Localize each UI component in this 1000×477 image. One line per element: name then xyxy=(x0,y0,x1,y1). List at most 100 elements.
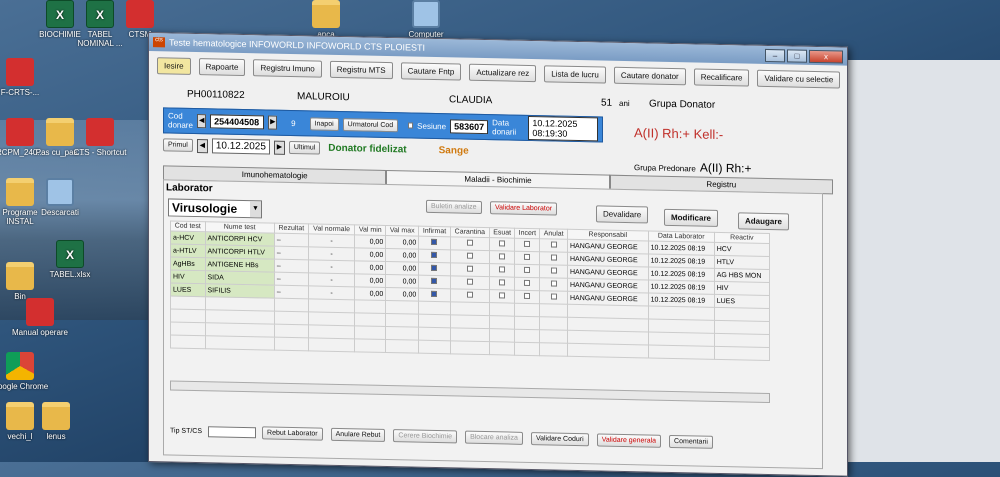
date-prev-icon[interactable]: ◀ xyxy=(196,138,208,153)
sesiune-checkbox[interactable] xyxy=(408,122,414,129)
column-header[interactable]: Esuat xyxy=(489,227,515,239)
desktop-icon[interactable]: Descarcati xyxy=(30,178,90,217)
incert-checkbox[interactable] xyxy=(524,292,531,300)
cell-esuat xyxy=(489,276,515,291)
infirmat-checkbox[interactable] xyxy=(431,238,438,246)
carantina-checkbox[interactable] xyxy=(466,291,473,298)
ultimul-button[interactable]: Ultimul xyxy=(288,140,321,155)
laborator-select[interactable]: Virusologie ▼ xyxy=(168,198,262,219)
bottom-button[interactable]: Blocare analiza xyxy=(465,430,523,445)
date-next-icon[interactable]: ▶ xyxy=(273,140,285,155)
esuat-checkbox[interactable] xyxy=(499,279,506,286)
infirmat-checkbox[interactable] xyxy=(431,277,438,285)
carantina-checkbox[interactable] xyxy=(466,239,473,246)
toolbar-button[interactable]: Registru MTS xyxy=(329,60,393,80)
incert-checkbox[interactable] xyxy=(524,240,531,248)
anulat-checkbox[interactable] xyxy=(550,241,557,248)
toolbar-button[interactable]: Validare cu selectie xyxy=(757,69,841,89)
urmatorul-cod-button[interactable]: Urmatorul Cod xyxy=(342,117,399,132)
column-header[interactable]: Val max xyxy=(385,225,419,237)
inapoi-button[interactable]: Inapoi xyxy=(309,116,339,131)
infirmat-checkbox[interactable] xyxy=(431,264,438,272)
toolbar-button[interactable]: Rapoarte xyxy=(198,58,246,77)
bottom-button[interactable]: Validare generala xyxy=(596,433,662,448)
next-arrow-icon[interactable]: ▶ xyxy=(268,115,278,130)
anulat-checkbox[interactable] xyxy=(550,293,557,300)
anulat-checkbox[interactable] xyxy=(550,280,557,287)
cell-empty xyxy=(205,335,275,351)
chevron-down-icon[interactable]: ▼ xyxy=(250,201,261,218)
infirmat-checkbox[interactable] xyxy=(431,290,438,298)
cell-empty xyxy=(714,307,770,322)
column-header[interactable]: Infirmat xyxy=(418,226,451,237)
close-button[interactable]: x xyxy=(809,49,843,64)
infirmat-checkbox[interactable] xyxy=(431,251,438,259)
bottom-button[interactable]: Cerere Biochimie xyxy=(393,429,458,444)
column-header[interactable]: Rezultat xyxy=(274,223,309,234)
desktop-icon[interactable]: F-CRTS-... xyxy=(0,58,50,97)
sesiune-field[interactable]: 583607 xyxy=(450,119,489,135)
column-header[interactable]: Anulat xyxy=(539,228,568,240)
anulat-checkbox[interactable] xyxy=(550,267,557,274)
horizontal-scrollbar[interactable] xyxy=(170,380,770,404)
donor-age: 51 xyxy=(601,97,613,109)
bottom-button[interactable]: Validare Coduri xyxy=(530,432,589,447)
toolbar-button[interactable]: Recalificare xyxy=(693,68,750,87)
toolbar-button[interactable]: Iesire xyxy=(157,57,191,75)
toolbar-button[interactable]: Registru Imuno xyxy=(253,59,322,78)
anulat-checkbox[interactable] xyxy=(550,254,557,261)
esuat-checkbox[interactable] xyxy=(499,253,506,260)
desktop-icon[interactable]: CTS - Shortcut xyxy=(70,118,130,157)
cod-donare-input[interactable]: 254404508 xyxy=(210,114,265,130)
column-header[interactable]: Incert xyxy=(514,228,540,239)
tip-stcs-select[interactable] xyxy=(208,426,257,439)
bottom-button[interactable]: Rebut Laborator xyxy=(262,426,323,441)
carantina-checkbox[interactable] xyxy=(466,278,473,285)
minimize-button[interactable]: – xyxy=(765,48,785,62)
donator-fidelizat: Donator fidelizat xyxy=(328,142,407,156)
validare-laborator-button[interactable]: Validare Laborator xyxy=(490,201,558,216)
desktop-icon-label: Manual operare xyxy=(11,328,69,337)
column-header[interactable]: Val min xyxy=(354,224,386,236)
desktop-icon[interactable]: Computer xyxy=(396,0,456,39)
desktop-icon[interactable]: Bin xyxy=(0,262,50,301)
cell-rezultat[interactable]: – xyxy=(274,233,309,247)
bottom-button[interactable]: Comentarii xyxy=(669,434,713,449)
desktop-icon-label: Descarcati xyxy=(41,208,79,217)
cell-val-max: 0,00 xyxy=(385,287,419,302)
desktop-icon[interactable]: Manual operare xyxy=(10,298,70,337)
desktop-icon[interactable]: lenus xyxy=(26,402,86,441)
prev-arrow-icon[interactable]: ◀ xyxy=(197,114,207,129)
adaugare-button[interactable]: Adaugare xyxy=(738,212,789,231)
esuat-checkbox[interactable] xyxy=(499,292,506,299)
modificare-button[interactable]: Modificare xyxy=(664,208,719,227)
carantina-checkbox[interactable] xyxy=(466,265,473,272)
toolbar-button[interactable]: Lista de lucru xyxy=(544,65,606,84)
bottom-button[interactable]: Anulare Rebut xyxy=(330,427,386,442)
cell-rezultat[interactable]: – xyxy=(274,272,309,286)
buletin-analize-button[interactable]: Buletin analize xyxy=(426,199,482,214)
pdf-icon xyxy=(6,58,34,86)
incert-checkbox[interactable] xyxy=(524,253,531,261)
incert-checkbox[interactable] xyxy=(524,279,531,287)
data-donarii-field[interactable]: 10.12.2025 08:19:30 xyxy=(528,115,598,142)
carantina-checkbox[interactable] xyxy=(466,252,473,259)
toolbar-button[interactable]: Cautare donator xyxy=(613,66,686,86)
incert-checkbox[interactable] xyxy=(524,266,531,274)
esuat-checkbox[interactable] xyxy=(499,240,506,247)
cell-rezultat[interactable]: – xyxy=(274,285,309,299)
cell-rezultat[interactable]: – xyxy=(274,246,309,260)
toolbar-button[interactable]: Actualizare rez xyxy=(469,63,537,83)
devalidare-button[interactable]: Devalidare xyxy=(596,205,649,224)
cell-rezultat[interactable]: – xyxy=(274,259,309,273)
desktop-icon[interactable]: Google Chrome xyxy=(0,352,50,391)
toolbar-button[interactable]: Cautare Fntp xyxy=(400,62,462,81)
cell-carantina xyxy=(450,288,490,303)
date-field[interactable]: 10.12.2025 xyxy=(211,138,270,155)
esuat-checkbox[interactable] xyxy=(499,266,506,273)
maximize-button[interactable]: □ xyxy=(787,48,807,63)
cell-empty xyxy=(714,346,770,361)
column-header[interactable]: Cod test xyxy=(170,220,205,232)
primul-button[interactable]: Primul xyxy=(163,138,193,152)
desktop-icon[interactable]: anca xyxy=(296,0,356,39)
